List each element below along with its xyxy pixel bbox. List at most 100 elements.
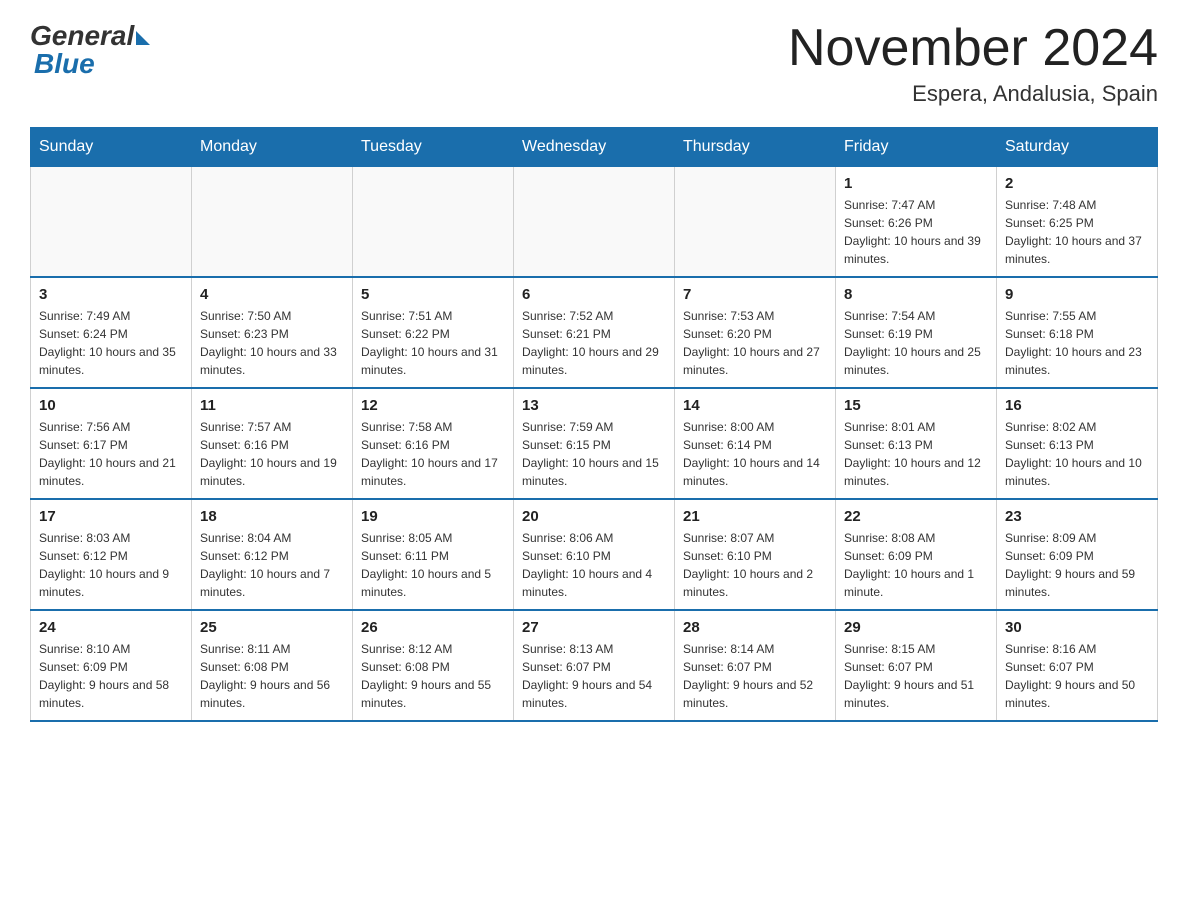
day-number: 16 <box>1005 397 1149 414</box>
day-info: Sunrise: 8:13 AM Sunset: 6:07 PM Dayligh… <box>522 640 666 712</box>
day-number: 13 <box>522 397 666 414</box>
day-number: 12 <box>361 397 505 414</box>
day-number: 7 <box>683 286 827 303</box>
weekday-header-sunday: Sunday <box>31 128 192 167</box>
day-number: 30 <box>1005 619 1149 636</box>
calendar-cell: 6 Sunrise: 7:52 AM Sunset: 6:21 PM Daylig… <box>514 277 675 388</box>
day-number: 6 <box>522 286 666 303</box>
calendar-cell: 4 Sunrise: 7:50 AM Sunset: 6:23 PM Daylig… <box>192 277 353 388</box>
calendar-cell: 9 Sunrise: 7:55 AM Sunset: 6:18 PM Daylig… <box>997 277 1158 388</box>
weekday-header-monday: Monday <box>192 128 353 167</box>
calendar-cell: 3 Sunrise: 7:49 AM Sunset: 6:24 PM Daylig… <box>31 277 192 388</box>
calendar-week-row: 24 Sunrise: 8:10 AM Sunset: 6:09 PM Dayli… <box>31 610 1158 721</box>
calendar-cell: 10 Sunrise: 7:56 AM Sunset: 6:17 PM Dayli… <box>31 388 192 499</box>
weekday-header-thursday: Thursday <box>675 128 836 167</box>
day-info: Sunrise: 8:02 AM Sunset: 6:13 PM Dayligh… <box>1005 418 1149 490</box>
calendar-cell: 27 Sunrise: 8:13 AM Sunset: 6:07 PM Dayli… <box>514 610 675 721</box>
day-number: 2 <box>1005 175 1149 192</box>
day-info: Sunrise: 8:01 AM Sunset: 6:13 PM Dayligh… <box>844 418 988 490</box>
day-info: Sunrise: 8:15 AM Sunset: 6:07 PM Dayligh… <box>844 640 988 712</box>
day-number: 9 <box>1005 286 1149 303</box>
calendar-cell: 8 Sunrise: 7:54 AM Sunset: 6:19 PM Daylig… <box>836 277 997 388</box>
calendar-cell: 1 Sunrise: 7:47 AM Sunset: 6:26 PM Daylig… <box>836 167 997 278</box>
day-number: 19 <box>361 508 505 525</box>
day-info: Sunrise: 8:09 AM Sunset: 6:09 PM Dayligh… <box>1005 529 1149 601</box>
day-number: 24 <box>39 619 183 636</box>
calendar-cell: 14 Sunrise: 8:00 AM Sunset: 6:14 PM Dayli… <box>675 388 836 499</box>
calendar-week-row: 17 Sunrise: 8:03 AM Sunset: 6:12 PM Dayli… <box>31 499 1158 610</box>
day-number: 11 <box>200 397 344 414</box>
logo-arrow-icon <box>136 31 150 45</box>
calendar-cell: 20Sunrise: 8:06 AM Sunset: 6:10 PM Dayli… <box>514 499 675 610</box>
day-info: Sunrise: 7:48 AM Sunset: 6:25 PM Dayligh… <box>1005 196 1149 268</box>
day-number: 3 <box>39 286 183 303</box>
day-info: Sunrise: 7:53 AM Sunset: 6:20 PM Dayligh… <box>683 307 827 379</box>
day-number: 18 <box>200 508 344 525</box>
day-info: Sunrise: 7:50 AM Sunset: 6:23 PM Dayligh… <box>200 307 344 379</box>
logo-blue-text: Blue <box>30 48 95 80</box>
calendar-cell: 30 Sunrise: 8:16 AM Sunset: 6:07 PM Dayli… <box>997 610 1158 721</box>
day-info: Sunrise: 8:03 AM Sunset: 6:12 PM Dayligh… <box>39 529 183 601</box>
day-info: Sunrise: 7:49 AM Sunset: 6:24 PM Dayligh… <box>39 307 183 379</box>
calendar-cell: 23Sunrise: 8:09 AM Sunset: 6:09 PM Dayli… <box>997 499 1158 610</box>
day-info: Sunrise: 8:16 AM Sunset: 6:07 PM Dayligh… <box>1005 640 1149 712</box>
title-area: November 2024 Espera, Andalusia, Spain <box>788 20 1158 107</box>
day-number: 10 <box>39 397 183 414</box>
day-info: Sunrise: 7:59 AM Sunset: 6:15 PM Dayligh… <box>522 418 666 490</box>
day-info: Sunrise: 7:57 AM Sunset: 6:16 PM Dayligh… <box>200 418 344 490</box>
day-info: Sunrise: 8:11 AM Sunset: 6:08 PM Dayligh… <box>200 640 344 712</box>
day-info: Sunrise: 8:00 AM Sunset: 6:14 PM Dayligh… <box>683 418 827 490</box>
day-info: Sunrise: 8:04 AM Sunset: 6:12 PM Dayligh… <box>200 529 344 601</box>
calendar-cell: 12 Sunrise: 7:58 AM Sunset: 6:16 PM Dayli… <box>353 388 514 499</box>
day-number: 22 <box>844 508 988 525</box>
calendar-cell: 26 Sunrise: 8:12 AM Sunset: 6:08 PM Dayli… <box>353 610 514 721</box>
header: General Blue November 2024 Espera, Andal… <box>30 20 1158 107</box>
calendar-cell: 15 Sunrise: 8:01 AM Sunset: 6:13 PM Dayli… <box>836 388 997 499</box>
weekday-header-wednesday: Wednesday <box>514 128 675 167</box>
calendar-cell <box>31 167 192 278</box>
day-info: Sunrise: 8:12 AM Sunset: 6:08 PM Dayligh… <box>361 640 505 712</box>
calendar-cell: 29 Sunrise: 8:15 AM Sunset: 6:07 PM Dayli… <box>836 610 997 721</box>
day-number: 15 <box>844 397 988 414</box>
calendar-cell: 17 Sunrise: 8:03 AM Sunset: 6:12 PM Dayli… <box>31 499 192 610</box>
day-info: Sunrise: 7:55 AM Sunset: 6:18 PM Dayligh… <box>1005 307 1149 379</box>
day-number: 4 <box>200 286 344 303</box>
day-number: 17 <box>39 508 183 525</box>
calendar-week-row: 3 Sunrise: 7:49 AM Sunset: 6:24 PM Daylig… <box>31 277 1158 388</box>
calendar-cell: 18 Sunrise: 8:04 AM Sunset: 6:12 PM Dayli… <box>192 499 353 610</box>
weekday-header-saturday: Saturday <box>997 128 1158 167</box>
day-info: Sunrise: 7:51 AM Sunset: 6:22 PM Dayligh… <box>361 307 505 379</box>
calendar-cell <box>514 167 675 278</box>
calendar-cell: 13 Sunrise: 7:59 AM Sunset: 6:15 PM Dayli… <box>514 388 675 499</box>
day-number: 28 <box>683 619 827 636</box>
day-number: 5 <box>361 286 505 303</box>
day-number: 26 <box>361 619 505 636</box>
day-info: Sunrise: 7:52 AM Sunset: 6:21 PM Dayligh… <box>522 307 666 379</box>
day-number: 21 <box>683 508 827 525</box>
weekday-header-tuesday: Tuesday <box>353 128 514 167</box>
day-info: Sunrise: 7:47 AM Sunset: 6:26 PM Dayligh… <box>844 196 988 268</box>
day-info: Sunrise: 7:58 AM Sunset: 6:16 PM Dayligh… <box>361 418 505 490</box>
day-info: Sunrise: 7:54 AM Sunset: 6:19 PM Dayligh… <box>844 307 988 379</box>
day-number: 8 <box>844 286 988 303</box>
day-info: Sunrise: 8:10 AM Sunset: 6:09 PM Dayligh… <box>39 640 183 712</box>
calendar-cell <box>192 167 353 278</box>
calendar-cell: 7 Sunrise: 7:53 AM Sunset: 6:20 PM Daylig… <box>675 277 836 388</box>
day-number: 27 <box>522 619 666 636</box>
day-info: Sunrise: 8:05 AM Sunset: 6:11 PM Dayligh… <box>361 529 505 601</box>
calendar-table: SundayMondayTuesdayWednesdayThursdayFrid… <box>30 127 1158 722</box>
calendar-cell <box>353 167 514 278</box>
month-title: November 2024 <box>788 20 1158 77</box>
day-number: 14 <box>683 397 827 414</box>
calendar-cell: 19 Sunrise: 8:05 AM Sunset: 6:11 PM Dayli… <box>353 499 514 610</box>
day-number: 1 <box>844 175 988 192</box>
location-title: Espera, Andalusia, Spain <box>788 81 1158 107</box>
day-number: 29 <box>844 619 988 636</box>
calendar-cell: 2 Sunrise: 7:48 AM Sunset: 6:25 PM Daylig… <box>997 167 1158 278</box>
calendar-cell: 11 Sunrise: 7:57 AM Sunset: 6:16 PM Dayli… <box>192 388 353 499</box>
calendar-cell: 21Sunrise: 8:07 AM Sunset: 6:10 PM Dayli… <box>675 499 836 610</box>
day-info: Sunrise: 8:14 AM Sunset: 6:07 PM Dayligh… <box>683 640 827 712</box>
calendar-cell: 16 Sunrise: 8:02 AM Sunset: 6:13 PM Dayli… <box>997 388 1158 499</box>
day-info: Sunrise: 7:56 AM Sunset: 6:17 PM Dayligh… <box>39 418 183 490</box>
day-info: Sunrise: 8:06 AM Sunset: 6:10 PM Dayligh… <box>522 529 666 601</box>
